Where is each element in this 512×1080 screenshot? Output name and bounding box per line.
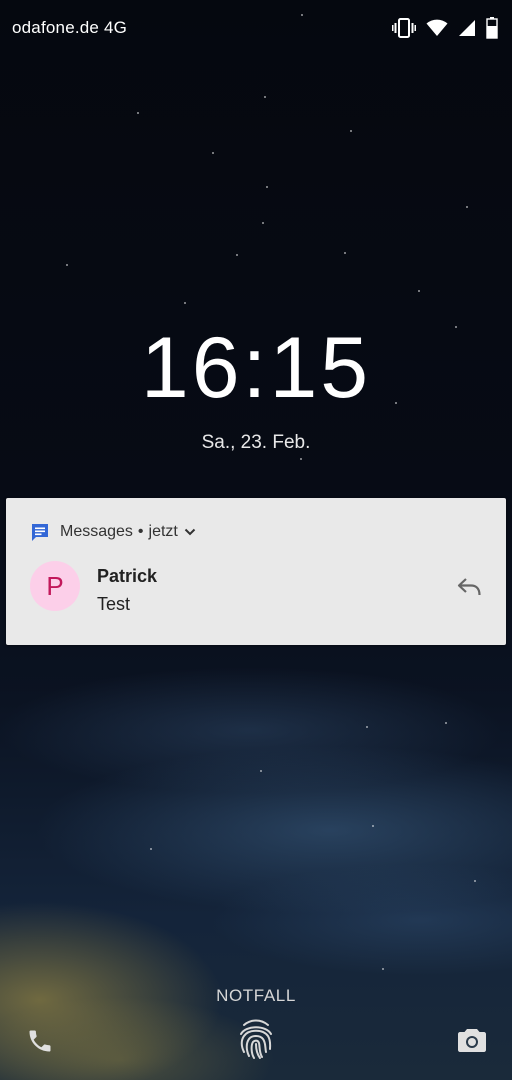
star [344, 252, 346, 254]
star [445, 722, 447, 724]
star [350, 130, 352, 132]
notification-separator: • [137, 523, 144, 540]
clock: 16:15 [140, 320, 372, 416]
notification-time: jetzt [148, 523, 178, 540]
notification-app-name: Messages [60, 523, 133, 540]
cell-signal-icon [459, 20, 475, 36]
avatar: P [30, 561, 80, 611]
star [366, 726, 368, 728]
wifi-icon [426, 19, 448, 36]
star [382, 968, 384, 970]
status-icons [392, 16, 498, 40]
star [212, 152, 214, 154]
camera-icon[interactable] [457, 1027, 487, 1053]
star [418, 290, 420, 292]
messages-app-icon [32, 524, 48, 541]
reply-icon[interactable] [456, 576, 482, 598]
chevron-down-icon[interactable] [184, 528, 196, 536]
carrier-label: odafone.de 4G [12, 18, 128, 37]
star [66, 264, 68, 266]
date-label: Sa., 23. Feb. [201, 432, 311, 453]
status-bar: odafone.de 4G [0, 0, 512, 58]
fingerprint-icon[interactable] [237, 1016, 275, 1060]
star [474, 880, 476, 882]
star [260, 770, 262, 772]
star [264, 96, 266, 98]
star [137, 112, 139, 114]
star [150, 848, 152, 850]
phone-icon[interactable] [26, 1027, 54, 1055]
battery-icon [486, 17, 498, 39]
star [372, 825, 374, 827]
vibrate-icon [392, 18, 416, 38]
star [300, 458, 302, 460]
message-notification[interactable]: Messages • jetzt P Patrick Test [6, 498, 506, 645]
star [236, 254, 238, 256]
lock-screen: odafone.de 4G 16:15 Sa., 23. Feb. Messag… [0, 0, 512, 1080]
notification-message: Test [97, 594, 131, 614]
star [266, 186, 268, 188]
star [184, 302, 186, 304]
star [262, 222, 264, 224]
star [466, 206, 468, 208]
emergency-call-button[interactable]: NOTFALL [0, 986, 512, 1006]
notification-sender: Patrick [97, 566, 158, 586]
notification-header[interactable]: Messages • jetzt [30, 520, 196, 544]
